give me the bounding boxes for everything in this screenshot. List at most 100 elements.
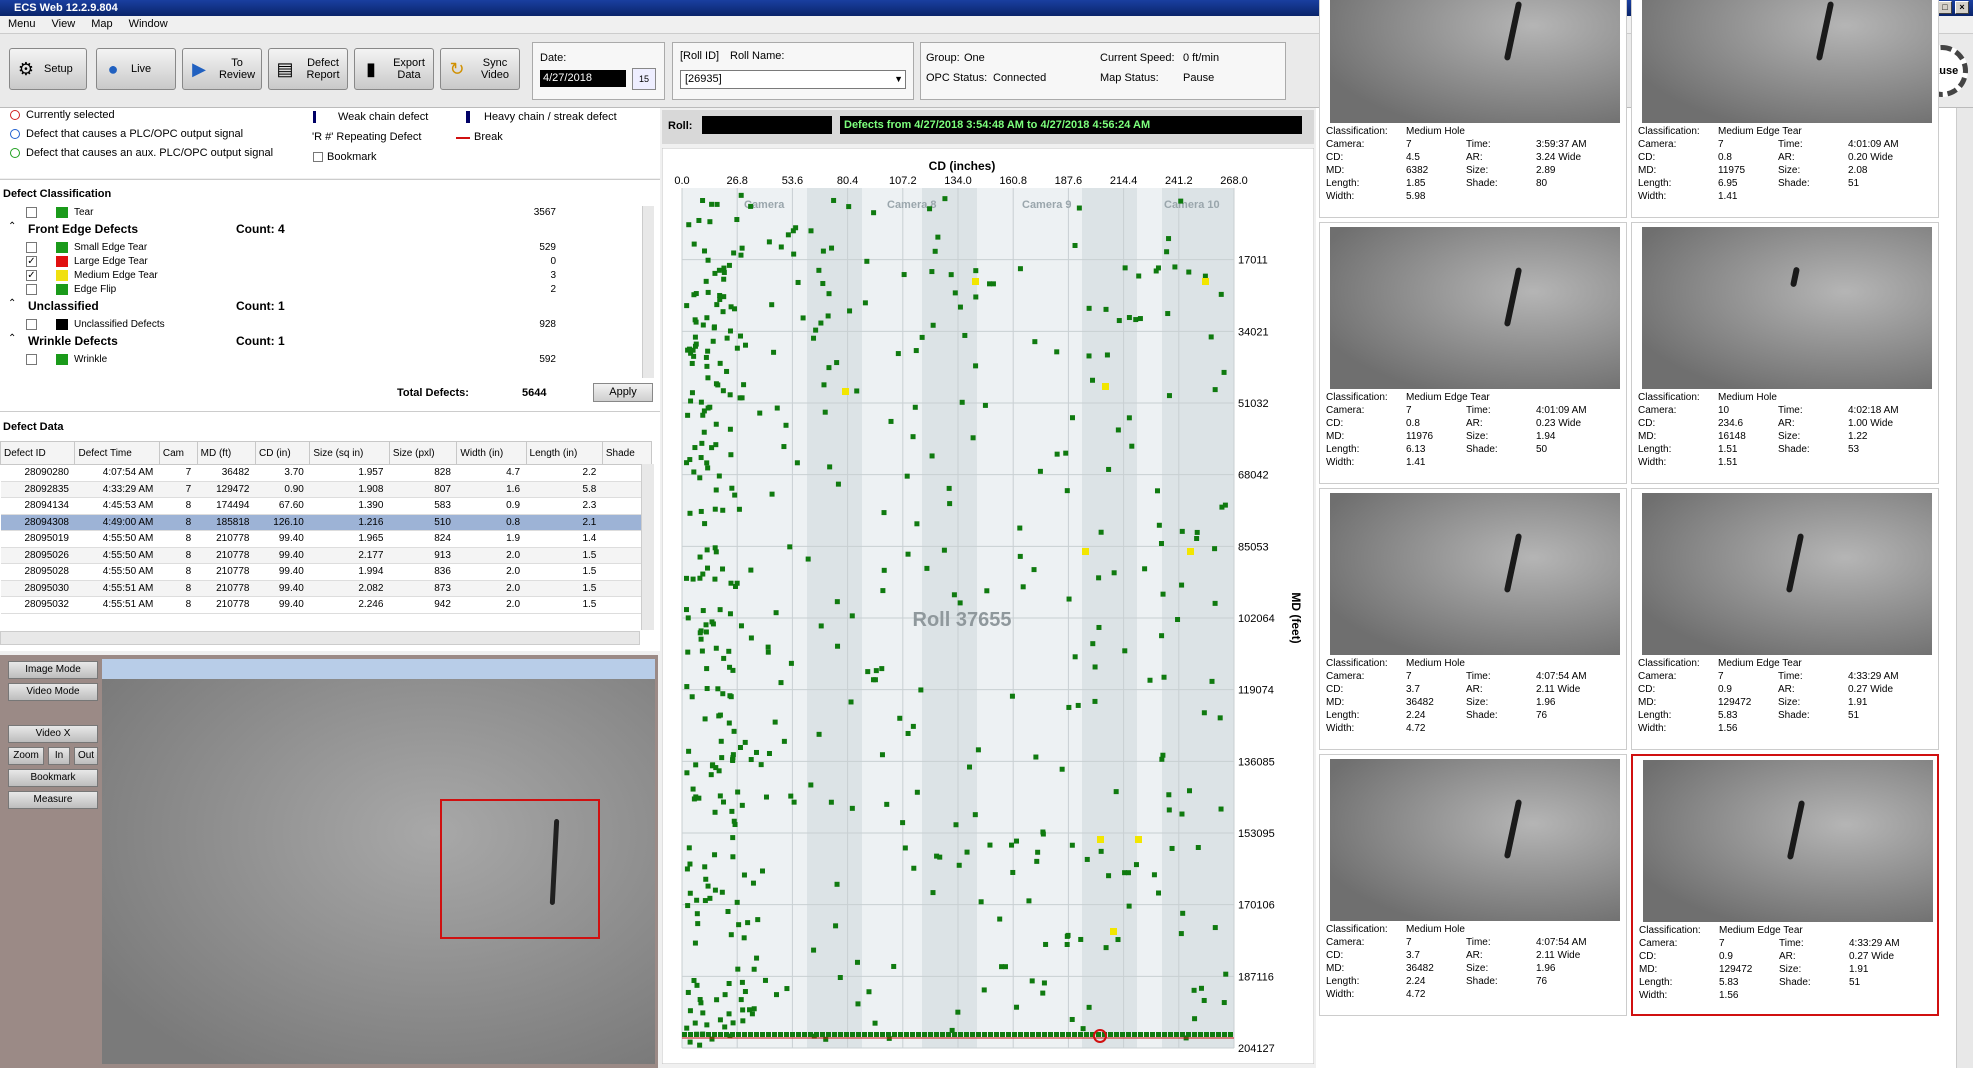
defect-marker[interactable]	[1108, 1032, 1113, 1037]
defect-marker[interactable]	[785, 232, 791, 238]
classification-scrollbar[interactable]	[642, 206, 654, 378]
defect-marker[interactable]	[694, 897, 700, 903]
defect-marker-highlight[interactable]	[1097, 836, 1104, 843]
defect-marker[interactable]	[924, 565, 930, 571]
table-row[interactable]: 28095030 4:55:51 AM 8 210778 99.40 2.082 873 2.…	[0, 580, 652, 597]
zoom-button[interactable]: Zoom	[8, 747, 44, 765]
defect-marker[interactable]	[951, 592, 957, 598]
defect-marker[interactable]	[698, 399, 704, 405]
defect-marker[interactable]	[821, 382, 827, 388]
defect-marker[interactable]	[766, 1032, 771, 1037]
defect-marker[interactable]	[1066, 596, 1072, 602]
defect-marker[interactable]	[697, 1042, 703, 1048]
defect-marker[interactable]	[981, 987, 987, 993]
defect-marker[interactable]	[826, 291, 832, 297]
defect-marker[interactable]	[881, 567, 887, 573]
defect-marker[interactable]	[910, 1032, 915, 1037]
defect-marker[interactable]	[1194, 529, 1200, 535]
defect-marker[interactable]	[884, 801, 890, 807]
defect-marker[interactable]	[833, 923, 839, 929]
defect-marker[interactable]	[685, 615, 691, 621]
defect-marker[interactable]	[937, 854, 943, 860]
defect-marker[interactable]	[1212, 546, 1218, 552]
table-row[interactable]: 28094308 4:49:00 AM 8 185818 126.10 1.216 510 0…	[0, 514, 652, 531]
defect-marker[interactable]	[724, 368, 730, 374]
column-header[interactable]: CD (in)	[254, 441, 311, 465]
defect-marker[interactable]	[717, 607, 723, 613]
defect-marker[interactable]	[946, 1032, 951, 1037]
defect-marker[interactable]	[788, 660, 794, 666]
defect-thumbnail[interactable]: Classification: Medium Edge Tear Camera: 7 T…	[1631, 488, 1939, 750]
defect-marker[interactable]	[745, 920, 751, 926]
defect-marker[interactable]	[862, 1032, 867, 1037]
defect-marker[interactable]	[712, 852, 718, 858]
column-header[interactable]: Size (pxl)	[388, 441, 458, 465]
defect-marker[interactable]	[731, 250, 737, 256]
defect-marker[interactable]	[832, 1032, 837, 1037]
defect-marker[interactable]	[787, 544, 793, 550]
defect-marker[interactable]	[1218, 806, 1224, 812]
defect-marker[interactable]	[713, 442, 719, 448]
defect-marker[interactable]	[822, 409, 828, 415]
defect-marker[interactable]	[805, 556, 811, 562]
defect-marker[interactable]	[808, 782, 814, 788]
defect-marker[interactable]	[898, 1032, 903, 1037]
defect-marker[interactable]	[913, 348, 919, 354]
defect-marker[interactable]	[739, 979, 745, 985]
defect-marker[interactable]	[910, 434, 916, 440]
defect-marker[interactable]	[1186, 1032, 1191, 1037]
defect-marker[interactable]	[1153, 268, 1159, 274]
defect-marker[interactable]	[698, 508, 704, 514]
defect-marker[interactable]	[706, 1032, 711, 1037]
defect-marker[interactable]	[724, 1032, 729, 1037]
defect-marker[interactable]	[879, 752, 885, 758]
defect-marker[interactable]	[862, 300, 868, 306]
defect-marker[interactable]	[900, 820, 906, 826]
defect-marker[interactable]	[1075, 702, 1081, 708]
sync-video-button[interactable]: ↻ Sync Video	[440, 48, 520, 90]
defect-marker[interactable]	[1104, 352, 1110, 358]
defect-marker[interactable]	[702, 864, 708, 870]
roll-select[interactable]: [26935] ▼	[680, 70, 906, 89]
defect-marker[interactable]	[740, 1018, 746, 1024]
defect-marker[interactable]	[691, 353, 697, 359]
defect-marker[interactable]	[1222, 1032, 1227, 1037]
defect-marker[interactable]	[1043, 941, 1049, 947]
defect-marker[interactable]	[855, 1001, 861, 1007]
defect-marker[interactable]	[1072, 1032, 1077, 1037]
defect-marker[interactable]	[715, 686, 721, 692]
defect-marker[interactable]	[720, 691, 726, 697]
calendar-icon[interactable]: 15	[632, 68, 656, 90]
defect-marker[interactable]	[897, 715, 903, 721]
defect-marker[interactable]	[771, 349, 777, 355]
defect-marker[interactable]	[747, 1007, 753, 1013]
defect-marker[interactable]	[704, 1022, 710, 1028]
column-header[interactable]: Shade	[601, 441, 653, 465]
defect-marker[interactable]	[722, 1024, 728, 1030]
date-input[interactable]: 4/27/2018	[540, 70, 626, 87]
defect-marker[interactable]	[733, 583, 739, 589]
defect-marker[interactable]	[826, 1032, 831, 1037]
defect-marker[interactable]	[808, 228, 814, 234]
image-mode-button[interactable]: Image Mode	[8, 661, 98, 679]
defect-marker[interactable]	[929, 269, 935, 275]
defect-marker[interactable]	[684, 684, 690, 690]
defect-marker[interactable]	[688, 398, 694, 404]
video-mode-button[interactable]: Video Mode	[8, 683, 98, 701]
defect-marker[interactable]	[788, 793, 794, 799]
defect-marker[interactable]	[905, 551, 911, 557]
defect-marker[interactable]	[1160, 591, 1166, 597]
defect-marker[interactable]	[751, 966, 757, 972]
defect-marker[interactable]	[1159, 633, 1165, 639]
defect-marker[interactable]	[694, 1032, 699, 1037]
defect-marker[interactable]	[1212, 925, 1218, 931]
defect-marker[interactable]	[865, 669, 871, 675]
defect-marker[interactable]	[730, 854, 736, 860]
defect-marker[interactable]	[982, 1032, 987, 1037]
defect-marker[interactable]	[1017, 525, 1023, 531]
defect-marker[interactable]	[737, 744, 743, 750]
defect-marker[interactable]	[831, 197, 837, 203]
video-x-button[interactable]: Video X	[8, 725, 98, 743]
defect-marker[interactable]	[734, 345, 740, 351]
defect-marker[interactable]	[912, 404, 918, 410]
